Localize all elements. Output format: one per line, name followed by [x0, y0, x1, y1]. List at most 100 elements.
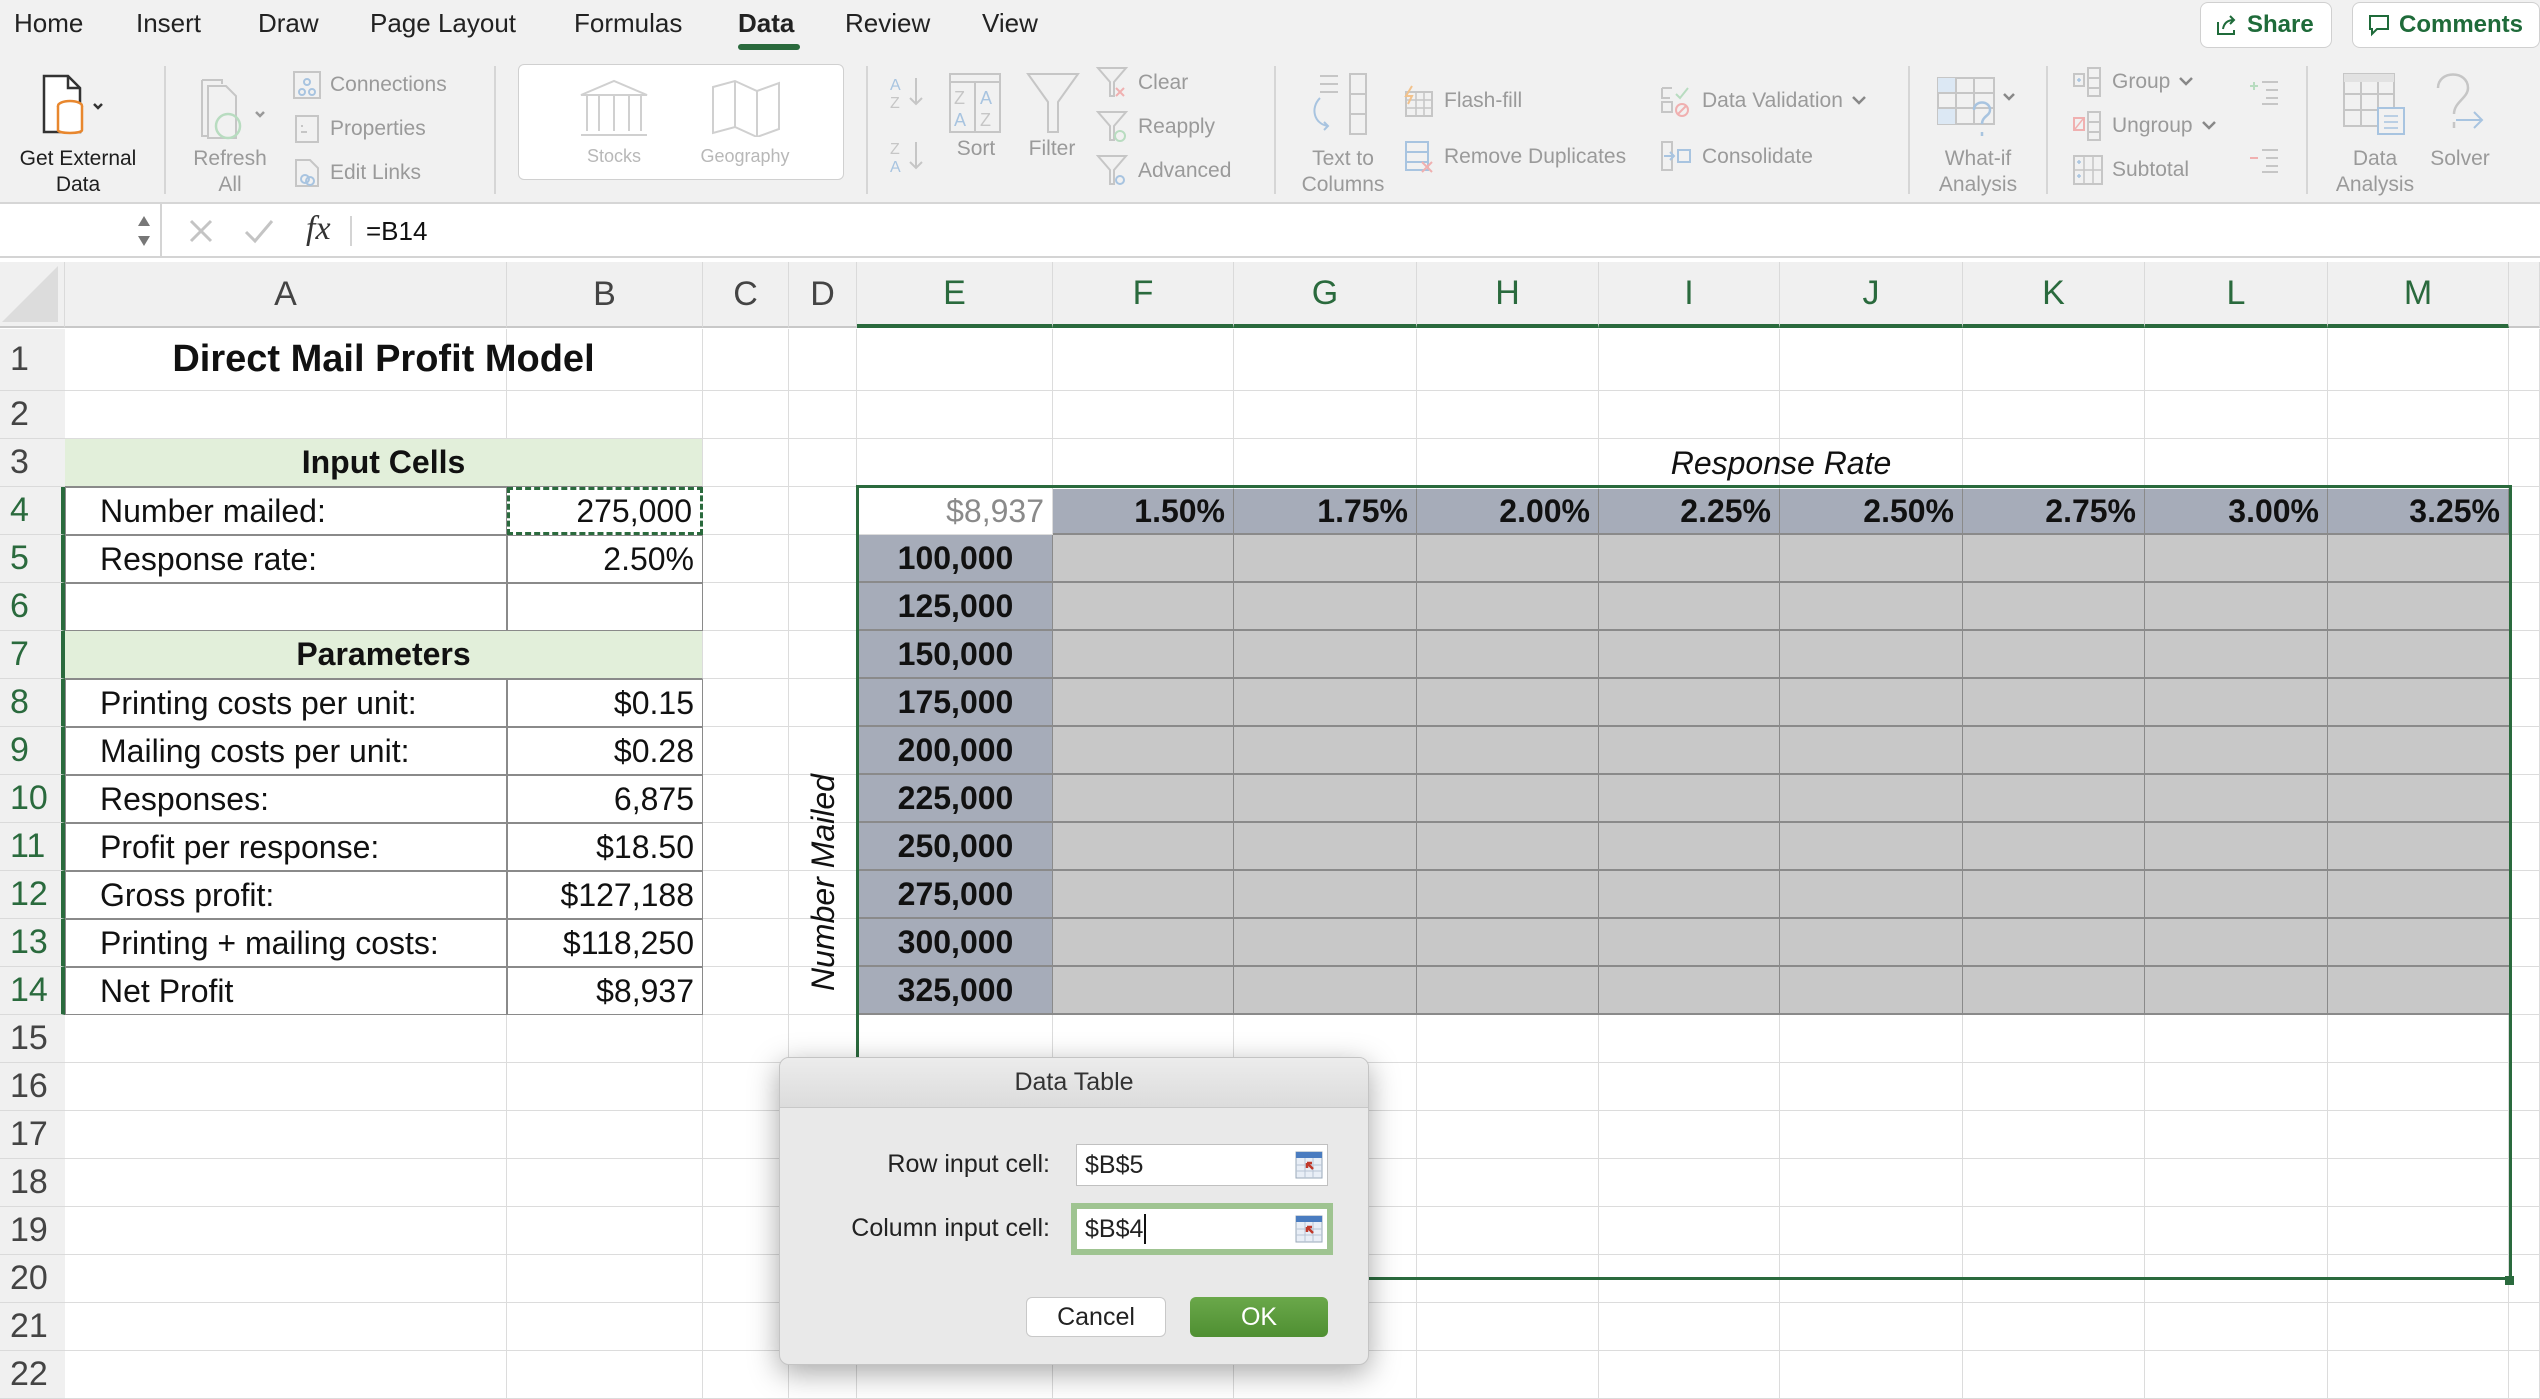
- ungroup-button[interactable]: Ungroup: [2072, 110, 2217, 142]
- row-header-11[interactable]: 11: [0, 823, 65, 871]
- data-table-result-cell[interactable]: [2145, 871, 2328, 919]
- advanced-filter-button[interactable]: Advanced: [1096, 154, 1231, 188]
- data-table-result-cell[interactable]: [1780, 583, 1963, 631]
- grid-cell[interactable]: [2328, 329, 2509, 391]
- param-value[interactable]: $0.28: [507, 727, 703, 775]
- param-label[interactable]: Mailing costs per unit:: [65, 727, 507, 775]
- grid-cell[interactable]: [1780, 1351, 1963, 1399]
- data-table-result-cell[interactable]: [2145, 679, 2328, 727]
- row-header-22[interactable]: 22: [0, 1351, 65, 1399]
- data-table-result-cell[interactable]: [1234, 775, 1417, 823]
- grid-cell[interactable]: [703, 487, 789, 535]
- tab-page-layout[interactable]: Page Layout: [370, 8, 516, 39]
- number-mailed-row-header[interactable]: 175,000: [859, 679, 1053, 727]
- grid-cell[interactable]: [2509, 967, 2540, 1015]
- number-mailed-row-header[interactable]: 200,000: [859, 727, 1053, 775]
- row-header-18[interactable]: 18: [0, 1159, 65, 1207]
- grid-cell[interactable]: [1963, 1351, 2145, 1399]
- grid-cell[interactable]: [1780, 1111, 1963, 1159]
- parameters-header[interactable]: Parameters: [65, 631, 703, 679]
- solver-button[interactable]: Solver: [2420, 62, 2500, 202]
- grid-cell[interactable]: [2509, 391, 2540, 439]
- clear-filter-button[interactable]: Clear: [1096, 66, 1188, 100]
- grid-cell[interactable]: [1599, 1111, 1780, 1159]
- grid-cell[interactable]: [2145, 1303, 2328, 1351]
- column-header-a[interactable]: A: [65, 262, 507, 328]
- connections-button[interactable]: Connections: [292, 70, 447, 100]
- input-label-number-mailed[interactable]: Number mailed:: [65, 487, 507, 535]
- data-table-result-cell[interactable]: [2145, 967, 2328, 1015]
- grid-cell[interactable]: [1417, 1159, 1599, 1207]
- edit-links-button[interactable]: Edit Links: [292, 158, 421, 188]
- response-rate-header[interactable]: 3.00%: [2145, 489, 2328, 535]
- grid-cell[interactable]: [2145, 1351, 2328, 1399]
- row-header-15[interactable]: 15: [0, 1015, 65, 1063]
- grid-cell[interactable]: [857, 439, 1053, 487]
- grid-cell[interactable]: [507, 1207, 703, 1255]
- grid-cell[interactable]: [2145, 1111, 2328, 1159]
- grid-cell[interactable]: [2509, 871, 2540, 919]
- sort-descending-button[interactable]: ZA: [888, 136, 928, 176]
- grid-cell[interactable]: [2328, 1159, 2509, 1207]
- data-table-result-cell[interactable]: [1963, 775, 2145, 823]
- grid-cell[interactable]: [1417, 1015, 1599, 1063]
- formula-input[interactable]: =B14: [366, 216, 427, 247]
- grid-cell[interactable]: [1780, 1159, 1963, 1207]
- number-mailed-row-header[interactable]: 225,000: [859, 775, 1053, 823]
- grid-cell[interactable]: [1417, 1063, 1599, 1111]
- data-table-result-cell[interactable]: [1053, 871, 1234, 919]
- data-table-result-cell[interactable]: [1780, 775, 1963, 823]
- row-header-3[interactable]: 3: [0, 439, 65, 487]
- param-label[interactable]: Printing costs per unit:: [65, 679, 507, 727]
- grid-cell[interactable]: [1417, 329, 1599, 391]
- data-table-result-cell[interactable]: [2328, 967, 2510, 1015]
- grid-cell[interactable]: [1417, 1303, 1599, 1351]
- grid-cell[interactable]: [1234, 391, 1417, 439]
- grid-cell[interactable]: [1780, 1303, 1963, 1351]
- grid-cell[interactable]: [2509, 1207, 2540, 1255]
- param-label[interactable]: Responses:: [65, 775, 507, 823]
- param-value[interactable]: $127,188: [507, 871, 703, 919]
- empty-cell-a6[interactable]: [65, 583, 507, 631]
- empty-cell-b6[interactable]: [507, 583, 703, 631]
- grid-cell[interactable]: [2509, 919, 2540, 967]
- column-header-f[interactable]: F: [1053, 262, 1234, 328]
- grid-cell[interactable]: [65, 1111, 507, 1159]
- refresh-all-button[interactable]: Refresh All: [180, 62, 290, 202]
- consolidate-button[interactable]: Consolidate: [1660, 140, 1813, 174]
- grid-cell[interactable]: [2328, 1063, 2509, 1111]
- row-header-17[interactable]: 17: [0, 1111, 65, 1159]
- data-table-result-cell[interactable]: [1599, 919, 1780, 967]
- grid-cell[interactable]: [2509, 439, 2540, 487]
- param-label[interactable]: Profit per response:: [65, 823, 507, 871]
- grid-cell[interactable]: [2509, 775, 2540, 823]
- grid-cell[interactable]: [2328, 1351, 2509, 1399]
- grid-cell[interactable]: [1053, 1015, 1234, 1063]
- fill-handle[interactable]: [2505, 1276, 2514, 1285]
- grid-cell[interactable]: [2328, 1255, 2509, 1303]
- data-table-result-cell[interactable]: [1599, 967, 1780, 1015]
- number-mailed-row-header[interactable]: 125,000: [859, 583, 1053, 631]
- response-rate-header[interactable]: 2.25%: [1599, 489, 1780, 535]
- grid-cell[interactable]: [1963, 1111, 2145, 1159]
- grid-cell[interactable]: [507, 391, 703, 439]
- properties-button[interactable]: Properties: [292, 114, 426, 144]
- grid-cell[interactable]: [703, 391, 789, 439]
- column-header-k[interactable]: K: [1963, 262, 2145, 328]
- row-header-9[interactable]: 9: [0, 727, 65, 775]
- data-table-result-cell[interactable]: [2328, 679, 2510, 727]
- data-table-result-cell[interactable]: [1599, 535, 1780, 583]
- data-table-result-cell[interactable]: [1053, 775, 1234, 823]
- row-header-21[interactable]: 21: [0, 1303, 65, 1351]
- data-table-result-cell[interactable]: [1599, 823, 1780, 871]
- input-label-response-rate[interactable]: Response rate:: [65, 535, 507, 583]
- grid-cell[interactable]: [1599, 1351, 1780, 1399]
- data-table-result-cell[interactable]: [1780, 631, 1963, 679]
- column-header-i[interactable]: I: [1599, 262, 1780, 328]
- data-table-result-cell[interactable]: [1599, 871, 1780, 919]
- row-header-16[interactable]: 16: [0, 1063, 65, 1111]
- data-table-result-cell[interactable]: [1234, 583, 1417, 631]
- insert-function-button[interactable]: fx: [306, 210, 331, 248]
- number-mailed-row-header[interactable]: 300,000: [859, 919, 1053, 967]
- grid-cell[interactable]: [65, 1303, 507, 1351]
